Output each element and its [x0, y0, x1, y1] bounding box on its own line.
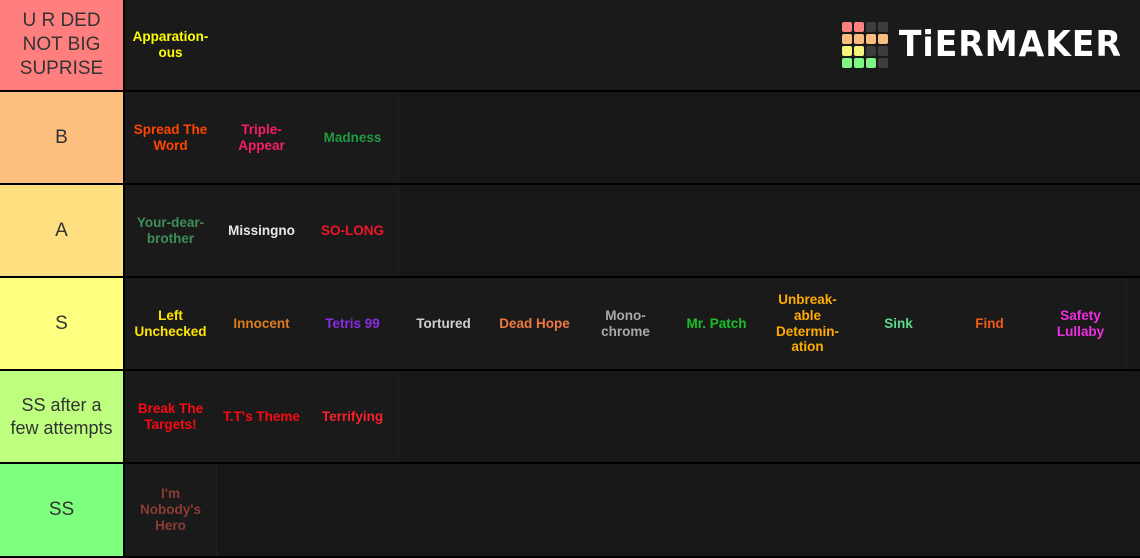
logo-square — [866, 34, 877, 44]
tier-row: SS I'm Nobody's Hero — [0, 464, 1140, 556]
tier-item[interactable]: SO-LONG — [307, 185, 398, 276]
tier-row-items[interactable]: Break The Targets! T.T's Theme Terrifying — [125, 371, 1140, 462]
tier-row-items[interactable]: Apparation-ous TiERMAKER — [125, 0, 1140, 90]
tier-item[interactable]: Triple-Appear — [216, 92, 307, 183]
tier-label[interactable]: SS — [0, 464, 125, 556]
logo-square — [842, 46, 853, 56]
logo-square — [866, 58, 877, 68]
tier-label[interactable]: U R DED NOT BIG SUPRISE — [0, 0, 125, 90]
logo-square — [878, 58, 889, 68]
tier-label[interactable]: B — [0, 92, 125, 183]
tier-item[interactable]: Left Unchecked — [125, 278, 216, 369]
tier-row-items[interactable]: Spread The Word Triple-Appear Madness — [125, 92, 1140, 183]
logo-square — [842, 22, 853, 32]
logo-square — [866, 22, 877, 32]
tier-row-items[interactable]: I'm Nobody's Hero — [125, 464, 1140, 556]
tier-row-empty-area[interactable] — [398, 185, 1140, 276]
logo-square — [854, 46, 865, 56]
tier-row-items[interactable]: Left Unchecked Innocent Tetris 99 Tortured D… — [125, 278, 1140, 369]
tier-item[interactable]: Unbreak-able Determin-ation — [762, 278, 853, 369]
tier-row-items[interactable]: Your-dear-brother Missingno SO-LONG — [125, 185, 1140, 276]
tier-item[interactable]: Apparation-ous — [125, 27, 216, 63]
tier-item[interactable]: Mono-chrome — [580, 278, 671, 369]
tiermaker-logo: TiERMAKER — [842, 22, 1123, 68]
logo-square — [878, 46, 889, 56]
tier-item[interactable]: Mr. Patch — [671, 278, 762, 369]
logo-square — [854, 34, 865, 44]
tier-label[interactable]: S — [0, 278, 125, 369]
tier-item[interactable]: Tortured — [398, 278, 489, 369]
tier-label[interactable]: A — [0, 185, 125, 276]
tiermaker-wordmark: TiERMAKER — [899, 24, 1123, 65]
logo-square — [878, 22, 889, 32]
tier-row: SS after a few attempts Break The Targets… — [0, 371, 1140, 464]
tier-item[interactable]: Innocent — [216, 278, 307, 369]
tier-row: U R DED NOT BIG SUPRISE Apparation-ous TiE… — [0, 0, 1140, 92]
tier-item[interactable]: T.T's Theme — [216, 371, 307, 462]
tier-item[interactable]: Madness — [307, 92, 398, 183]
tier-row-empty-area[interactable] — [398, 371, 1140, 462]
tier-item[interactable]: Your-dear-brother — [125, 185, 216, 276]
logo-square — [842, 34, 853, 44]
tier-item[interactable]: Find — [944, 278, 1035, 369]
tier-item[interactable]: Missingno — [216, 185, 307, 276]
logo-square — [866, 46, 877, 56]
tier-item[interactable]: Safety Lullaby — [1035, 278, 1126, 369]
tier-row: A Your-dear-brother Missingno SO-LONG — [0, 185, 1140, 278]
tier-item[interactable]: Sink — [853, 278, 944, 369]
tier-item[interactable]: Spread The Word — [125, 92, 216, 183]
tier-item[interactable]: Terrifying — [307, 371, 398, 462]
tier-row-empty-area[interactable] — [398, 92, 1140, 183]
tier-item[interactable]: Dead Hope — [489, 278, 580, 369]
tiermaker-grid-icon — [842, 22, 889, 68]
tier-item[interactable]: I'm Nobody's Hero — [125, 464, 216, 556]
tier-row: S Left Unchecked Innocent Tetris 99 Tortured… — [0, 278, 1140, 371]
tier-list-board: U R DED NOT BIG SUPRISE Apparation-ous TiE… — [0, 0, 1140, 558]
logo-square — [878, 34, 889, 44]
logo-square — [854, 22, 865, 32]
tier-row-empty-area[interactable] — [216, 464, 1140, 556]
tier-row: B Spread The Word Triple-Appear Madness — [0, 92, 1140, 185]
tier-label[interactable]: SS after a few attempts — [0, 371, 125, 462]
tier-item[interactable]: Tetris 99 — [307, 278, 398, 369]
tier-item[interactable]: Break The Targets! — [125, 371, 216, 462]
logo-square — [854, 58, 865, 68]
logo-square — [842, 58, 853, 68]
tier-row-empty-area[interactable] — [1126, 278, 1140, 369]
